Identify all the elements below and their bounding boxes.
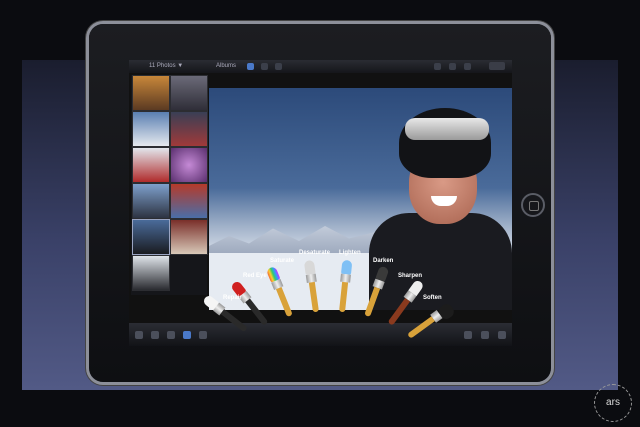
info-icon[interactable]: [261, 63, 268, 70]
thumbnail[interactable]: [170, 75, 208, 111]
thumbnail[interactable]: [132, 75, 170, 111]
brush-label-lighten: Lighten: [339, 250, 361, 256]
photos-count-button[interactable]: 11 Photos ▼: [149, 63, 183, 69]
thumbnail-strip: [131, 75, 208, 295]
home-button[interactable]: [521, 193, 545, 217]
brush-tool-icon[interactable]: [464, 331, 472, 339]
grid-view-icon[interactable]: [247, 63, 254, 70]
thumbnail[interactable]: [170, 219, 208, 255]
flag-icon[interactable]: [275, 63, 282, 70]
thumbnail[interactable]: [132, 147, 170, 183]
exposure-icon[interactable]: [151, 331, 159, 339]
albums-button[interactable]: Albums: [216, 63, 236, 69]
effects-icon[interactable]: [199, 331, 207, 339]
thumbnail[interactable]: [170, 147, 208, 183]
skier-portrait: [369, 88, 512, 310]
brush-label-saturate: Saturate: [270, 258, 295, 264]
brush-label-sharpen: Sharpen: [398, 273, 423, 279]
bottom-toolbar: [129, 323, 512, 346]
thumbnail[interactable]: [170, 183, 208, 219]
gear-icon[interactable]: [498, 331, 506, 339]
brush-label-darken: Darken: [373, 258, 394, 264]
thumbnail-selected[interactable]: [132, 219, 170, 255]
eraser-icon[interactable]: [481, 331, 489, 339]
top-toolbar: 11 Photos ▼ Albums: [129, 60, 512, 73]
brush-label-red-eye: Red Eye: [243, 273, 267, 279]
iphoto-app: 11 Photos ▼ Albums Repair Red Eye Satura…: [129, 60, 512, 346]
thumbnail[interactable]: [132, 111, 170, 147]
done-button[interactable]: [489, 62, 505, 70]
color-icon[interactable]: [167, 331, 175, 339]
brush-label-desaturate: Desaturate: [299, 250, 331, 256]
undo-icon[interactable]: [449, 63, 456, 70]
settings-icon[interactable]: [464, 63, 471, 70]
brush-label-repair: Repair: [223, 295, 242, 301]
brush-label-soften: Soften: [423, 295, 442, 301]
crop-icon[interactable]: [135, 331, 143, 339]
brushes-icon[interactable]: [183, 331, 191, 339]
thumbnail[interactable]: [132, 183, 170, 219]
share-icon[interactable]: [434, 63, 441, 70]
thumbnail[interactable]: [132, 255, 170, 291]
ars-watermark-logo: ars: [594, 384, 632, 422]
thumbnail[interactable]: [170, 111, 208, 147]
